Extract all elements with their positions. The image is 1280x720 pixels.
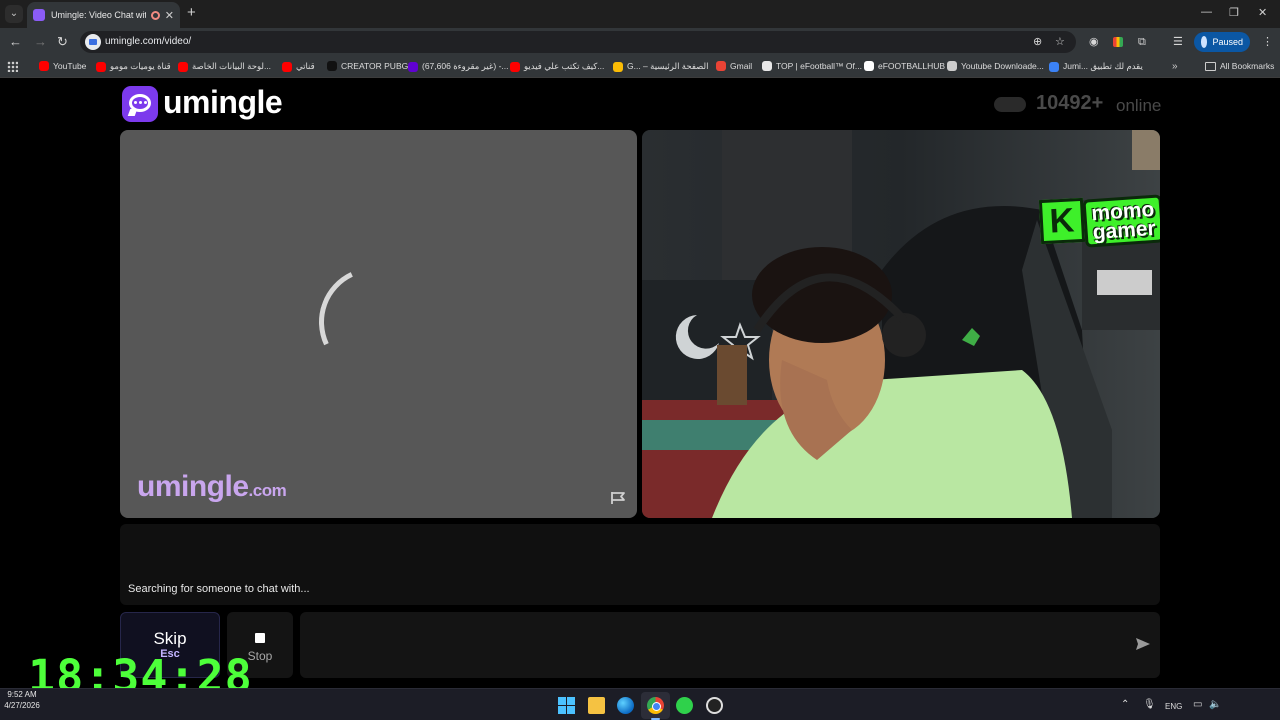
- color-extension-icon[interactable]: [1113, 37, 1123, 47]
- youtube-icon: [282, 61, 292, 72]
- profile-avatar: [1201, 36, 1208, 48]
- stranger-video-panel: umingle.com: [120, 130, 637, 518]
- efootball-icon: [762, 61, 772, 71]
- gmail-icon: [716, 61, 726, 71]
- bookmark-youtube-downloader[interactable]: Youtube Downloade...: [947, 61, 1044, 71]
- restore-icon[interactable]: ❐: [1229, 6, 1239, 19]
- file-explorer-icon[interactable]: [588, 697, 605, 714]
- xbox-icon[interactable]: [676, 697, 693, 714]
- umingle-logo-icon[interactable]: [122, 86, 158, 122]
- bookmark-video-text[interactable]: كيف تكتب علي فيديو...: [510, 61, 604, 72]
- browser-toolbar: ← → ↻ umingle.com/video/ ⊕ ☆ ◉ ⧉ ☰ ⋮: [0, 28, 1280, 56]
- recording-indicator-icon: [150, 10, 160, 20]
- obs-icon[interactable]: [706, 697, 723, 714]
- profile-status-label: Paused: [1212, 37, 1243, 47]
- bookmark-dashboard[interactable]: لوحة البيانات الخاصة...: [178, 61, 271, 72]
- address-bar[interactable]: umingle.com/video/ ⊕ ☆: [80, 31, 1076, 53]
- globe-icon: [947, 61, 957, 71]
- bookmark-momo-diaries[interactable]: قناة يوميات مومو: [96, 61, 171, 72]
- zoom-icon[interactable]: ⊕: [1033, 35, 1042, 48]
- camera-extension-icon[interactable]: ◉: [1089, 35, 1099, 49]
- window-close-icon[interactable]: ✕: [1258, 6, 1267, 19]
- bookmark-jumia[interactable]: Jumi... يقدم لك تطبيق: [1049, 61, 1143, 72]
- creator-pubg-icon: [327, 61, 337, 71]
- bookmark-my-channel[interactable]: قناتي: [282, 61, 315, 72]
- yahoo-icon: [408, 61, 418, 72]
- menu-kebab-icon[interactable]: ⋮: [1262, 35, 1273, 49]
- tray-overflow-chevron-icon[interactable]: ⌃: [1121, 698, 1129, 712]
- edge-browser-icon[interactable]: [617, 697, 634, 714]
- umingle-favicon-icon: [33, 9, 45, 21]
- search-status-text: Searching for someone to chat with...: [128, 583, 310, 595]
- taskbar-clock[interactable]: 9:52 AM 4/27/2026: [0, 689, 44, 711]
- efootballhub-icon: [864, 61, 874, 71]
- youtube-icon: [39, 61, 49, 71]
- site-logo-text[interactable]: umingle: [163, 84, 283, 121]
- microphone-icon[interactable]: 🎙: [1143, 698, 1156, 712]
- all-bookmarks-button[interactable]: All Bookmarks: [1220, 61, 1274, 71]
- network-icon[interactable]: ▭: [1193, 698, 1202, 712]
- profile-button[interactable]: Paused: [1194, 32, 1250, 52]
- webcam-feed-image: [642, 130, 1160, 518]
- bookmark-creator-pubg[interactable]: CREATOR PUBG: [327, 61, 408, 71]
- youtube-icon: [178, 61, 188, 72]
- url-text[interactable]: umingle.com/video/: [105, 36, 191, 47]
- loading-spinner-icon: [303, 251, 445, 393]
- youtube-icon: [510, 61, 520, 72]
- volume-icon[interactable]: 🔈: [1209, 698, 1221, 712]
- youtube-icon: [96, 61, 106, 72]
- windows-start-icon[interactable]: [558, 697, 575, 714]
- bookmark-google-home[interactable]: G... – الصفحة الرئيسية: [613, 61, 708, 72]
- tab-close-icon[interactable]: ✕: [165, 9, 174, 22]
- bookmarks-bar: YouTube قناة يوميات مومو لوحة البيانات ا…: [0, 56, 1280, 78]
- badge-text: momo gamer: [1082, 194, 1160, 248]
- online-toggle[interactable]: [994, 97, 1026, 112]
- tab-search-icon[interactable]: ⌄: [5, 5, 23, 23]
- tab-title: Umingle: Video Chat with S: [51, 10, 146, 20]
- browser-tab-strip: ⌄ Umingle: Video Chat with S ✕ + — ❐ ✕: [0, 0, 1280, 28]
- chrome-icon[interactable]: [647, 697, 664, 714]
- new-tab-icon[interactable]: +: [187, 5, 196, 21]
- apps-grid-icon[interactable]: [7, 61, 18, 72]
- bookmark-efootballhub[interactable]: eFOOTBALLHUB: [864, 61, 945, 71]
- jumia-icon: [1049, 61, 1059, 72]
- site-info-icon[interactable]: [85, 34, 101, 50]
- more-bookmarks-chevron-icon[interactable]: »: [1172, 61, 1178, 72]
- online-label: online: [1116, 96, 1162, 115]
- bookmark-gmail[interactable]: Gmail: [716, 61, 752, 71]
- reading-list-icon[interactable]: ☰: [1173, 35, 1183, 49]
- message-input[interactable]: [300, 612, 1160, 678]
- windows-taskbar: ⌃ 🎙 ENG ▭ 🔈 9:52 AM 4/27/2026: [0, 688, 1280, 720]
- chat-log: Searching for someone to chat with...: [120, 524, 1160, 605]
- bookmark-efootball-top[interactable]: TOP | eFootball™ Of...: [762, 61, 862, 71]
- momo-gamer-badge: K momo gamer: [1038, 194, 1160, 248]
- forward-icon[interactable]: →: [34, 34, 47, 50]
- back-icon[interactable]: ←: [9, 34, 22, 50]
- taskbar-date: 4/27/2026: [4, 701, 40, 710]
- stop-square-icon: [255, 633, 265, 643]
- bookmark-star-icon[interactable]: ☆: [1055, 35, 1065, 48]
- google-ads-icon: [613, 61, 623, 72]
- umingle-watermark: umingle.com: [137, 470, 287, 503]
- bookmark-yahoo-mail[interactable]: (67,606 غير مقروءة) -...: [408, 61, 508, 72]
- folder-icon: [1205, 62, 1216, 71]
- send-icon[interactable]: [1135, 637, 1151, 651]
- language-indicator[interactable]: ENG: [1165, 700, 1182, 714]
- taskbar-time: 9:52 AM: [7, 690, 37, 699]
- reload-icon[interactable]: ↻: [57, 34, 68, 50]
- badge-letter: K: [1038, 197, 1086, 245]
- report-flag-icon[interactable]: [610, 491, 626, 505]
- bookmark-youtube[interactable]: YouTube: [39, 61, 86, 71]
- umingle-page: umingle 10492+ online umingle.com K momo…: [0, 79, 1280, 688]
- extensions-puzzle-icon[interactable]: ⧉: [1138, 35, 1146, 49]
- skip-label: Skip: [153, 629, 187, 648]
- minimize-icon[interactable]: —: [1201, 6, 1212, 18]
- active-tab[interactable]: Umingle: Video Chat with S ✕: [27, 2, 180, 28]
- online-count: 10492+: [1036, 92, 1104, 114]
- self-camera-panel: K momo gamer: [642, 130, 1160, 518]
